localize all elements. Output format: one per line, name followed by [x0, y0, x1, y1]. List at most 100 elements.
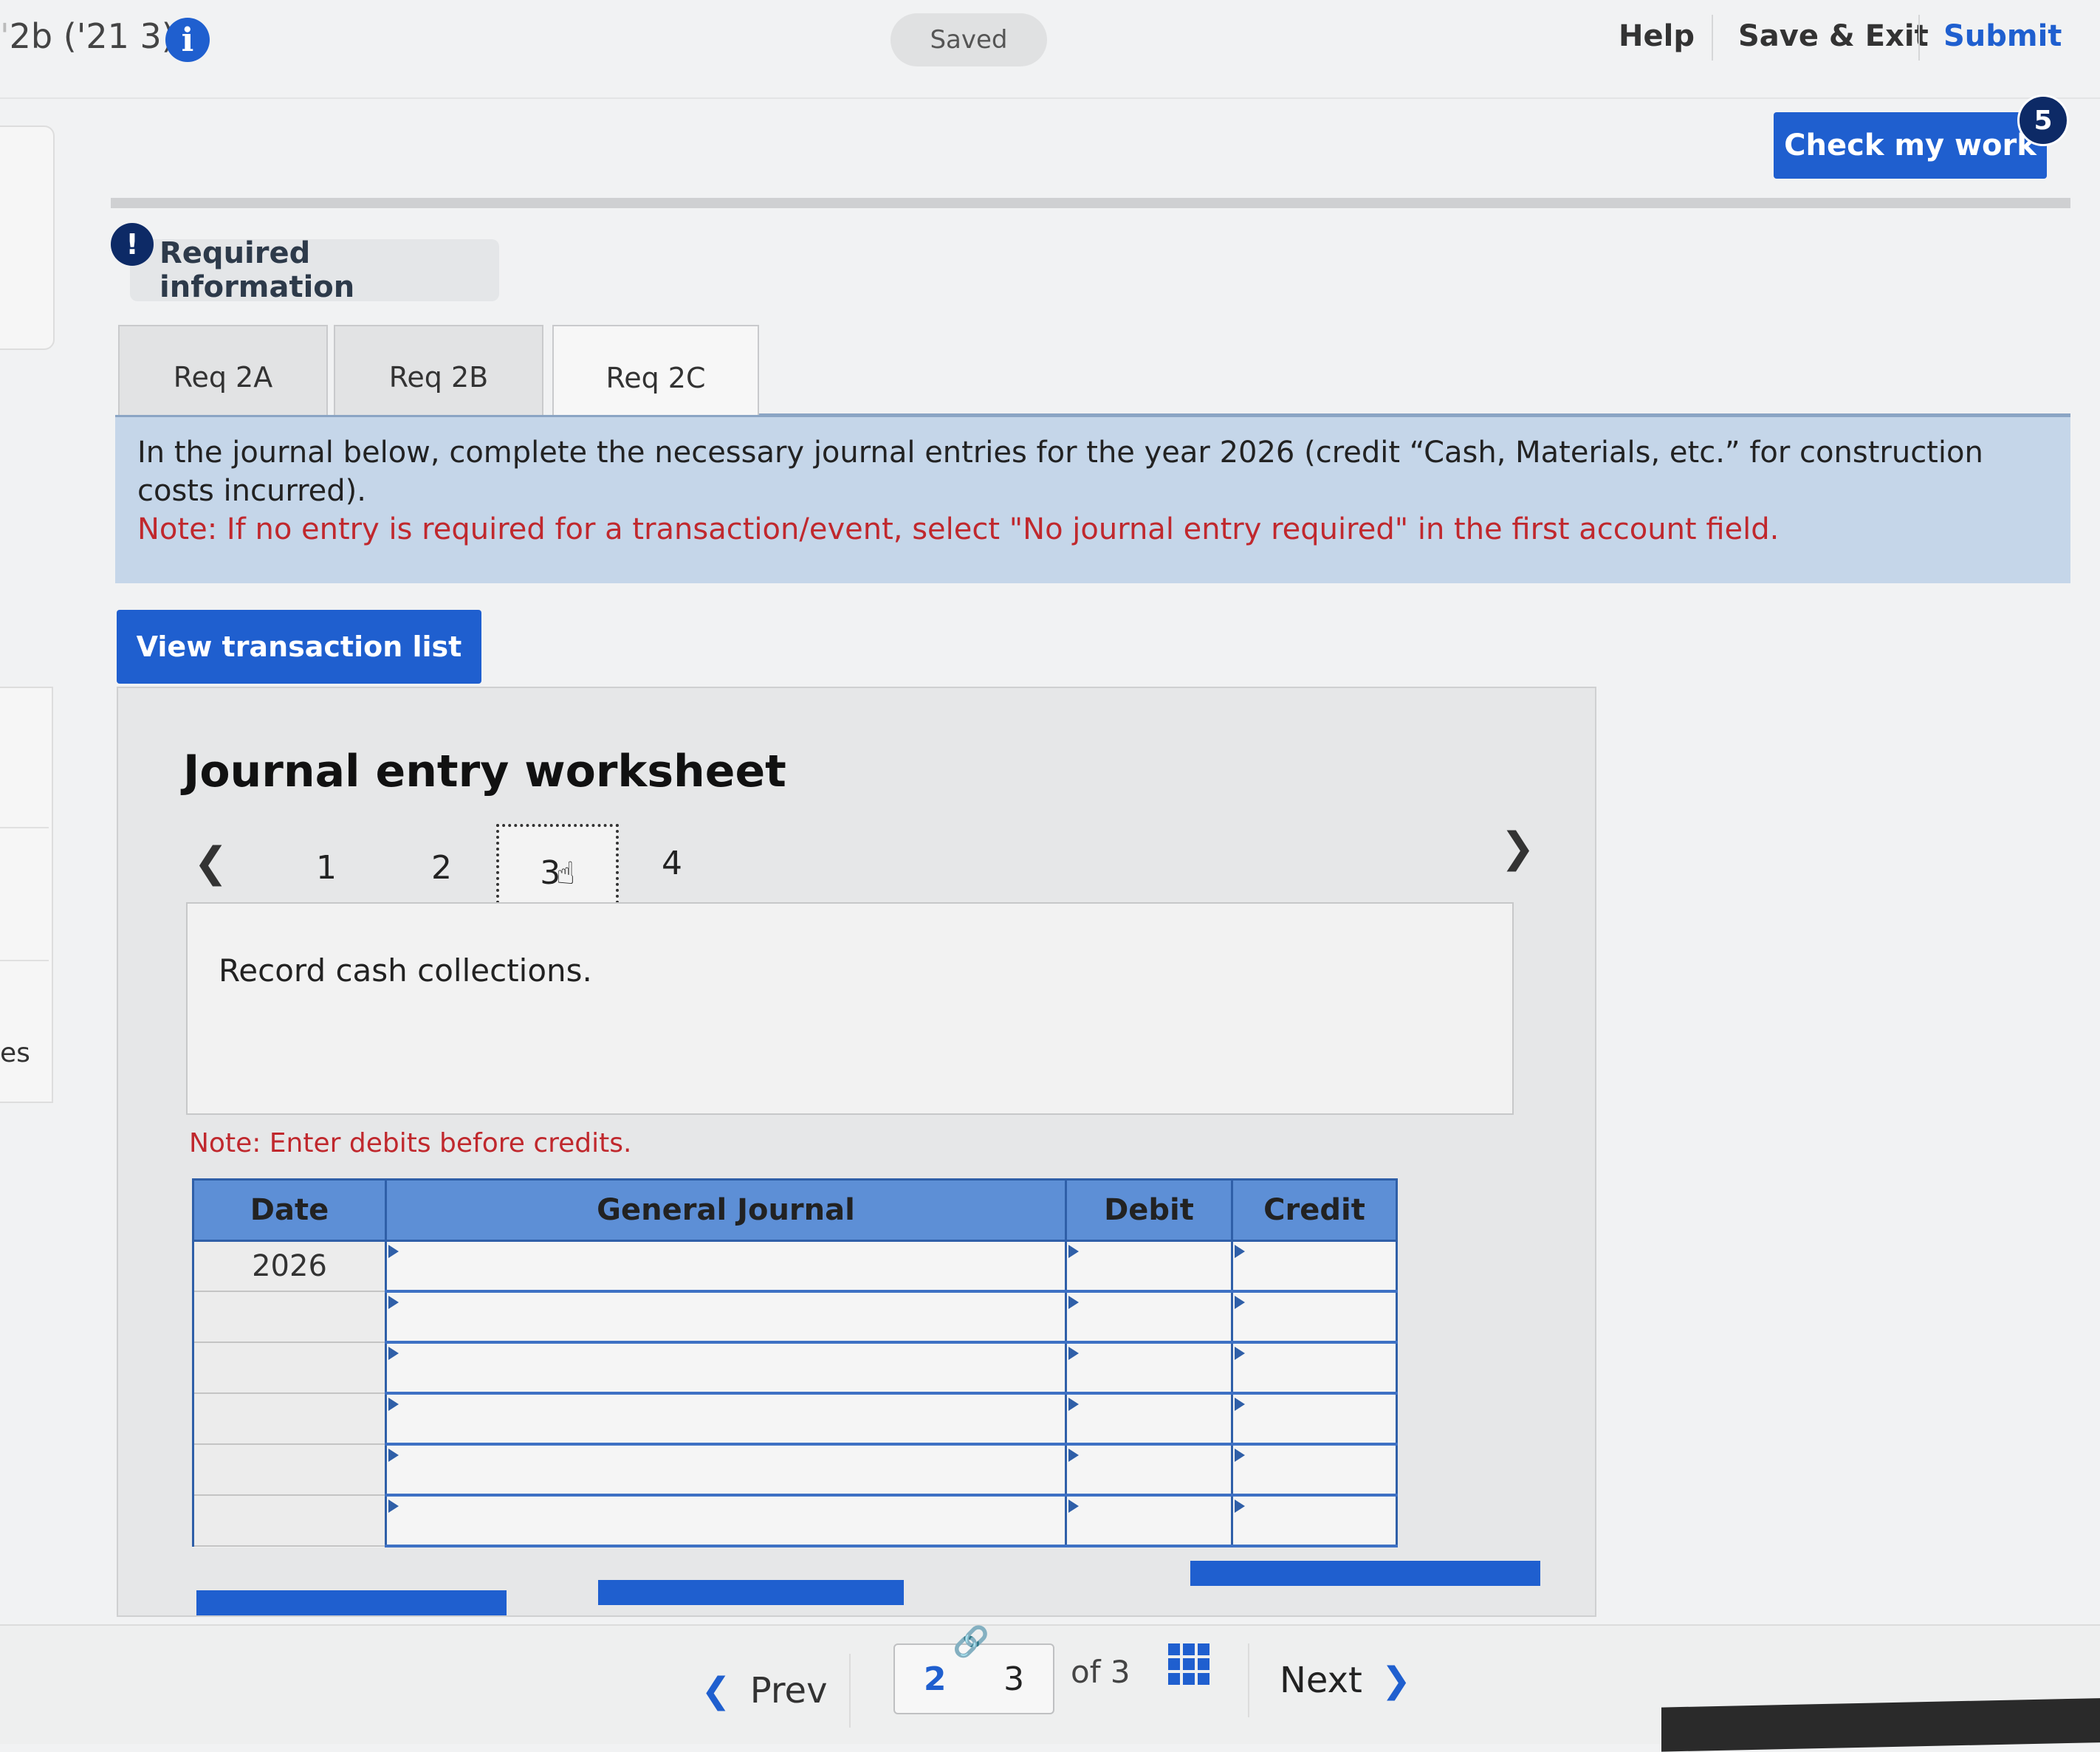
assignment-title: '2b ('21 3): [0, 16, 175, 56]
tab-req-2a[interactable]: Req 2A: [118, 325, 328, 428]
dropdown-marker-icon: [1235, 1398, 1245, 1411]
attempts-badge: 5: [2017, 95, 2069, 146]
submit-link[interactable]: Submit: [1943, 19, 2062, 53]
credit-input[interactable]: [1231, 1240, 1398, 1293]
transaction-description-box: [186, 902, 1514, 1115]
table-row: [192, 1444, 1398, 1497]
alert-icon: !: [111, 223, 154, 266]
debit-credit-note: Note: Enter debits before credits.: [189, 1128, 632, 1158]
instruction-note: Note: If no entry is required for a tran…: [137, 512, 1780, 546]
dropdown-marker-icon: [1068, 1499, 1079, 1513]
dropdown-marker-icon: [1068, 1245, 1079, 1258]
next-button[interactable]: Next ❯: [1248, 1643, 1441, 1717]
dropdown-marker-icon: [388, 1398, 399, 1411]
link-icon: 🔗: [953, 1625, 989, 1659]
page-total: of 3: [1071, 1654, 1130, 1690]
dropdown-marker-icon: [1235, 1499, 1245, 1513]
credit-header: Credit: [1231, 1178, 1398, 1242]
grid-icon[interactable]: [1168, 1643, 1209, 1685]
account-select[interactable]: [385, 1291, 1067, 1344]
worksheet-title: Journal entry worksheet: [183, 746, 786, 797]
instruction-text: In the journal below, complete the neces…: [137, 436, 1983, 508]
dropdown-marker-icon: [1235, 1296, 1245, 1309]
worksheet-page-4[interactable]: 4: [662, 845, 682, 882]
dropdown-marker-icon: [1068, 1398, 1079, 1411]
dropdown-marker-icon: [1068, 1449, 1079, 1462]
credit-input[interactable]: [1231, 1291, 1398, 1344]
chevron-right-icon[interactable]: ❯: [1500, 824, 1535, 872]
view-transaction-list-button[interactable]: View transaction list: [117, 610, 481, 684]
dropdown-marker-icon: [1068, 1347, 1079, 1360]
credit-input[interactable]: [1231, 1495, 1398, 1547]
dropdown-marker-icon: [388, 1449, 399, 1462]
side-panel-text[interactable]: es: [0, 1038, 30, 1068]
transaction-description: Record cash collections.: [219, 952, 592, 989]
date-cell[interactable]: [192, 1342, 387, 1394]
dropdown-marker-icon: [1235, 1245, 1245, 1258]
help-link[interactable]: Help: [1619, 19, 1695, 53]
next-label: Next: [1279, 1660, 1362, 1701]
table-row: 2026: [192, 1240, 1398, 1293]
debit-input[interactable]: [1065, 1342, 1233, 1395]
dropdown-marker-icon: [1235, 1449, 1245, 1462]
save-exit-link[interactable]: Save & Exit: [1738, 19, 1929, 53]
tab-req-2c[interactable]: Req 2C: [552, 325, 759, 430]
screen-bezel: [1661, 1698, 2100, 1752]
table-row: [192, 1393, 1398, 1446]
clear-entry-button[interactable]: [598, 1580, 904, 1605]
header-rule: [0, 97, 2100, 99]
prev-button[interactable]: ❮ Prev: [679, 1654, 851, 1728]
account-select[interactable]: [385, 1495, 1067, 1547]
worksheet-page-1[interactable]: 1: [316, 849, 337, 887]
account-select[interactable]: [385, 1342, 1067, 1395]
header-divider: [1712, 15, 1713, 61]
debit-input[interactable]: [1065, 1393, 1233, 1446]
dropdown-marker-icon: [388, 1347, 399, 1360]
side-panel-divider: [0, 960, 49, 961]
debit-input[interactable]: [1065, 1240, 1233, 1293]
account-select[interactable]: [385, 1444, 1067, 1497]
credit-input[interactable]: [1231, 1444, 1398, 1497]
tab-req-2b[interactable]: Req 2B: [334, 325, 543, 428]
credit-input[interactable]: [1231, 1342, 1398, 1395]
dropdown-marker-icon: [388, 1296, 399, 1309]
record-entry-button[interactable]: [196, 1590, 507, 1615]
dropdown-marker-icon: [1068, 1296, 1079, 1309]
date-cell[interactable]: [192, 1495, 387, 1547]
view-general-journal-button[interactable]: [1190, 1561, 1540, 1586]
journal-table: Date General Journal Debit Credit 2026: [192, 1178, 1398, 1547]
chevron-left-icon: ❮: [701, 1670, 731, 1711]
table-row: [192, 1495, 1398, 1547]
date-cell[interactable]: [192, 1393, 387, 1445]
dropdown-marker-icon: [388, 1499, 399, 1513]
date-cell[interactable]: [192, 1291, 387, 1343]
debit-input[interactable]: [1065, 1495, 1233, 1547]
date-cell[interactable]: 2026: [192, 1240, 387, 1292]
account-select[interactable]: [385, 1240, 1067, 1293]
info-icon[interactable]: i: [165, 18, 210, 62]
debit-input[interactable]: [1065, 1444, 1233, 1497]
title-text: 2b ('21 3): [9, 16, 175, 56]
hand-cursor-icon: ☝: [556, 854, 575, 891]
required-information-label[interactable]: Required information: [130, 236, 499, 304]
title-prefix: ': [0, 16, 10, 56]
dropdown-marker-icon: [1235, 1347, 1245, 1360]
worksheet-page-2[interactable]: 2: [431, 849, 452, 887]
side-panel-top: [0, 126, 55, 350]
page-next[interactable]: 3: [1003, 1660, 1024, 1698]
date-header: Date: [192, 1178, 387, 1242]
account-select[interactable]: [385, 1393, 1067, 1446]
prev-label: Prev: [749, 1670, 828, 1711]
table-row: [192, 1291, 1398, 1344]
debit-input[interactable]: [1065, 1291, 1233, 1344]
chevron-right-icon: ❯: [1381, 1660, 1412, 1701]
chevron-left-icon[interactable]: ❮: [193, 839, 228, 887]
credit-input[interactable]: [1231, 1393, 1398, 1446]
side-panel-divider: [0, 827, 49, 828]
page-current[interactable]: 2: [924, 1660, 947, 1698]
dropdown-marker-icon: [388, 1245, 399, 1258]
check-my-work-button[interactable]: Check my work: [1774, 112, 2047, 179]
date-cell[interactable]: [192, 1444, 387, 1496]
debit-header: Debit: [1065, 1178, 1233, 1242]
saved-status: Saved: [891, 13, 1047, 66]
